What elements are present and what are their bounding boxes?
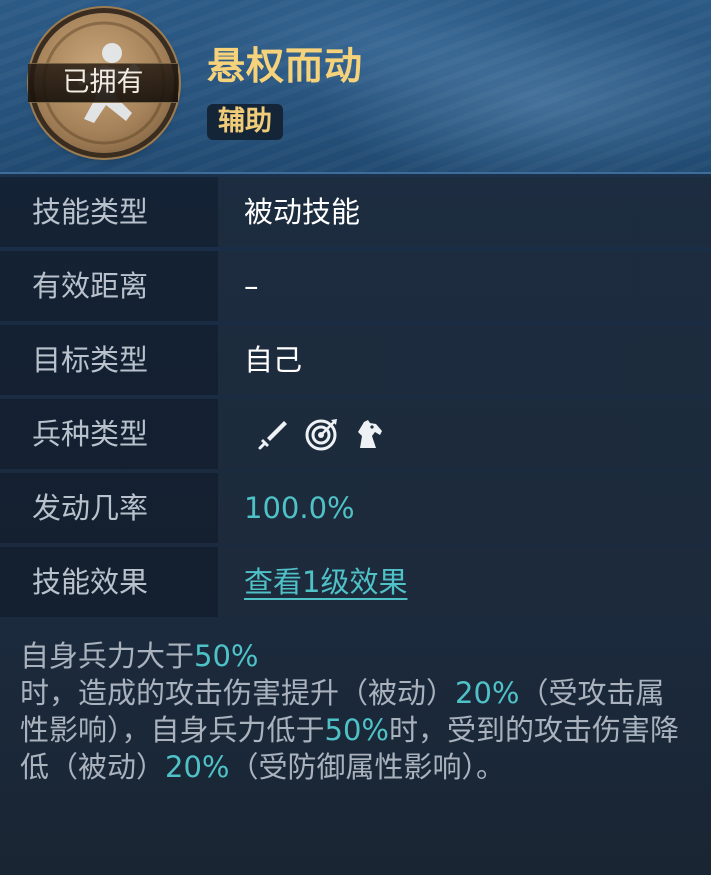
sword-icon: [256, 416, 292, 452]
trigger-rate-value: 100.0%: [244, 491, 355, 525]
desc-highlight-value: 50%: [324, 713, 389, 747]
desc-text: 时，造成的攻击伤害提升（被动）: [20, 676, 456, 710]
row-trigger-rate: 发动几率 100.0%: [0, 473, 711, 543]
horse-icon: [352, 416, 388, 452]
desc-text: 自身兵力大于: [20, 639, 195, 673]
skill-detail-panel: 已拥有 悬权而动 辅助 技能类型 被动技能 有效距离 – 目标类型 自己 兵种类…: [0, 0, 711, 875]
row-skill-type: 技能类型 被动技能: [0, 177, 711, 247]
row-label: 技能类型: [32, 195, 149, 229]
row-target-type: 目标类型 自己: [0, 325, 711, 395]
row-value: 自己: [244, 343, 303, 377]
row-skill-effect: 技能效果 查看1级效果: [0, 547, 711, 617]
skill-category-tag: 辅助: [207, 104, 283, 140]
desc-highlight-value: 20%: [165, 750, 230, 784]
row-value: 被动技能: [244, 195, 361, 229]
skill-description: 自身兵力大于50%时，造成的攻击伤害提升（被动）20%（受攻击属性影响），自身兵…: [20, 638, 692, 786]
row-troop-type: 兵种类型: [0, 399, 711, 469]
row-label: 发动几率: [32, 491, 149, 525]
view-level-effect-link[interactable]: 查看1级效果: [244, 547, 407, 617]
desc-highlight-value: 20%: [455, 676, 520, 710]
row-effective-range: 有效距离 –: [0, 251, 711, 321]
row-value: –: [244, 269, 259, 303]
owned-badge: 已拥有: [28, 63, 178, 103]
row-label: 兵种类型: [32, 417, 149, 451]
target-icon: [304, 416, 340, 452]
desc-text: （受防御属性影响）。: [229, 750, 505, 784]
skill-attributes: 技能类型 被动技能 有效距离 – 目标类型 自己 兵种类型 发动几率 100.0…: [0, 177, 711, 621]
row-label: 技能效果: [32, 565, 149, 599]
row-label: 有效距离: [32, 269, 149, 303]
desc-highlight-value: 50%: [194, 639, 259, 673]
skill-title: 悬权而动: [207, 44, 364, 88]
row-label: 目标类型: [32, 343, 149, 377]
troop-type-icons: [256, 416, 388, 452]
